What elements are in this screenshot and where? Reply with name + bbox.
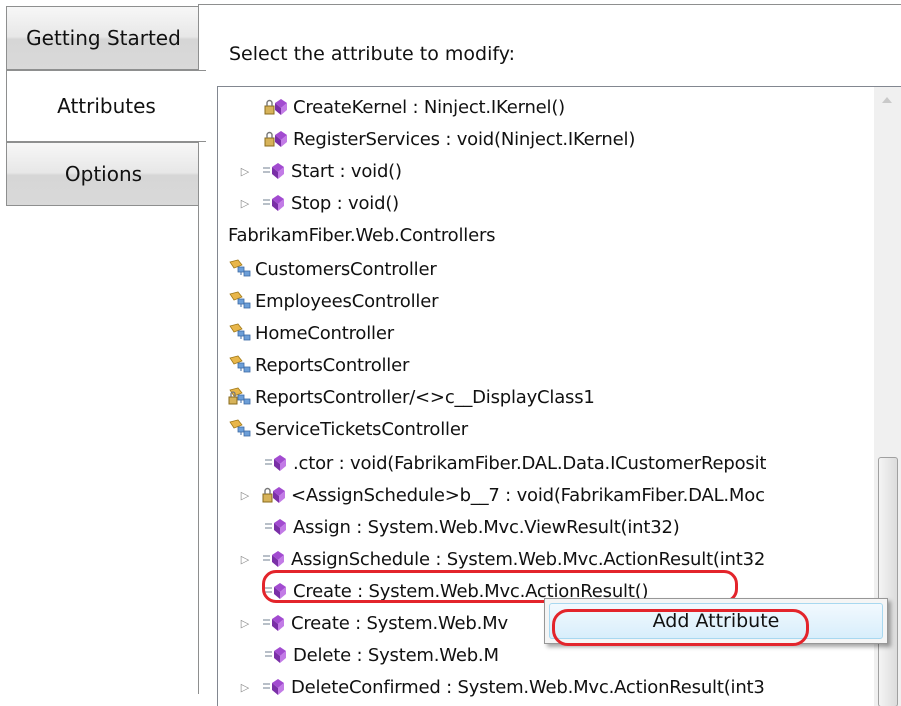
tree-row-label: ReportsController/<>c__DisplayClass1 [255, 386, 595, 408]
class-lock-icon [228, 387, 252, 407]
method-icon [262, 193, 288, 213]
expand-arrow-icon[interactable]: ▷ [240, 197, 250, 210]
tree-row-label: DeleteConfirmed : System.Web.Mvc.ActionR… [291, 676, 765, 698]
class-icon [228, 291, 252, 311]
method-icon [264, 581, 290, 601]
method-icon [262, 161, 288, 181]
tree-row[interactable]: .ctor : void(FabrikamFiber.DAL.Data.ICus… [264, 447, 766, 479]
class-icon [228, 259, 252, 279]
tree-row-label: RegisterServices : void(Ninject.IKernel) [293, 128, 636, 150]
tree-row-label: ServiceTicketsController [255, 418, 468, 440]
tree-row-label: ReportsController [255, 354, 410, 376]
tree-row-label: Start : void() [291, 160, 402, 182]
tree-row-label: <AssignSchedule>b__7 : void(FabrikamFibe… [291, 484, 765, 506]
tree-row-label: Delete : System.Web.M [293, 644, 499, 666]
tree-row[interactable]: Delete : System.Web.M [264, 639, 499, 671]
tree-row-label: AssignSchedule : System.Web.Mvc.ActionRe… [291, 548, 766, 570]
expand-arrow-icon[interactable]: ▷ [240, 617, 250, 630]
tree-row[interactable]: ▷ DeleteConfirmed : System.Web.Mvc.Action… [240, 671, 765, 703]
method-icon [264, 645, 290, 665]
tree-row[interactable]: ReportsController/<>c__DisplayClass1 [228, 381, 595, 413]
tree-row[interactable]: CustomersController [228, 253, 437, 285]
tree-row-label: .ctor : void(FabrikamFiber.DAL.Data.ICus… [293, 452, 767, 474]
tree-row[interactable]: ServiceTicketsController [228, 413, 468, 445]
method-icon [262, 677, 288, 697]
attributes-panel: Select the attribute to modify: CreateKe… [198, 4, 901, 706]
tree-row[interactable]: ▷ Stop : void() [240, 187, 399, 219]
tree-row[interactable]: CreateKernel : Ninject.IKernel() [264, 91, 565, 123]
scroll-up-icon[interactable] [882, 97, 892, 103]
expand-arrow-icon[interactable]: ▷ [240, 553, 250, 566]
method-lock-icon [262, 485, 288, 505]
tree-row[interactable]: HomeController [228, 317, 394, 349]
expand-arrow-icon[interactable]: ▷ [240, 165, 250, 178]
expand-arrow-icon[interactable]: ▷ [240, 681, 250, 694]
tree-row[interactable]: Assign : System.Web.Mvc.ViewResult(int32… [264, 511, 680, 543]
tree-row[interactable]: FabrikamFiber.Web.Controllers [228, 219, 496, 251]
tree-row-label: Create : System.Web.Mv [291, 612, 508, 634]
scroll-thumb[interactable] [878, 457, 898, 706]
context-menu: Add Attribute [544, 598, 888, 644]
method-lock-icon [264, 129, 290, 149]
class-icon [228, 323, 252, 343]
tree-row-label: Assign : System.Web.Mvc.ViewResult(int32… [293, 516, 680, 538]
instruction-label: Select the attribute to modify: [229, 43, 515, 65]
tree-row-label: CustomersController [255, 258, 437, 280]
class-icon [228, 419, 252, 439]
method-icon [262, 613, 288, 633]
tree-row[interactable]: ▷ Create : System.Web.Mv [240, 607, 508, 639]
tree-row[interactable]: EmployeesController [228, 285, 438, 317]
add-attribute-menu-item[interactable]: Add Attribute [549, 603, 883, 639]
tree-row[interactable]: RegisterServices : void(Ninject.IKernel) [264, 123, 635, 155]
method-lock-icon [264, 97, 290, 117]
tab-attributes[interactable]: Attributes [6, 70, 206, 142]
tab-getting-started[interactable]: Getting Started [6, 6, 201, 70]
class-icon [228, 355, 252, 375]
method-icon [264, 517, 290, 537]
tree-row[interactable]: ▷ Start : void() [240, 155, 402, 187]
method-icon [264, 453, 290, 473]
tree-row-label: HomeController [255, 322, 394, 344]
tree-row-label: FabrikamFiber.Web.Controllers [228, 224, 496, 246]
expand-arrow-icon[interactable]: ▷ [240, 489, 250, 502]
tree-row[interactable]: ▷ <AssignSchedule>b__7 : void(FabrikamFib… [240, 479, 765, 511]
tree-row-label: Stop : void() [291, 192, 399, 214]
method-icon [262, 549, 288, 569]
tree-row-label: EmployeesController [255, 290, 439, 312]
tree-row[interactable]: ▷ AssignSchedule : System.Web.Mvc.ActionR… [240, 543, 766, 575]
tree-row-label: CreateKernel : Ninject.IKernel() [293, 96, 565, 118]
tab-options[interactable]: Options [6, 142, 201, 206]
tree-row[interactable]: ReportsController [228, 349, 409, 381]
tab-strip: Getting Started Attributes Options [0, 0, 206, 694]
